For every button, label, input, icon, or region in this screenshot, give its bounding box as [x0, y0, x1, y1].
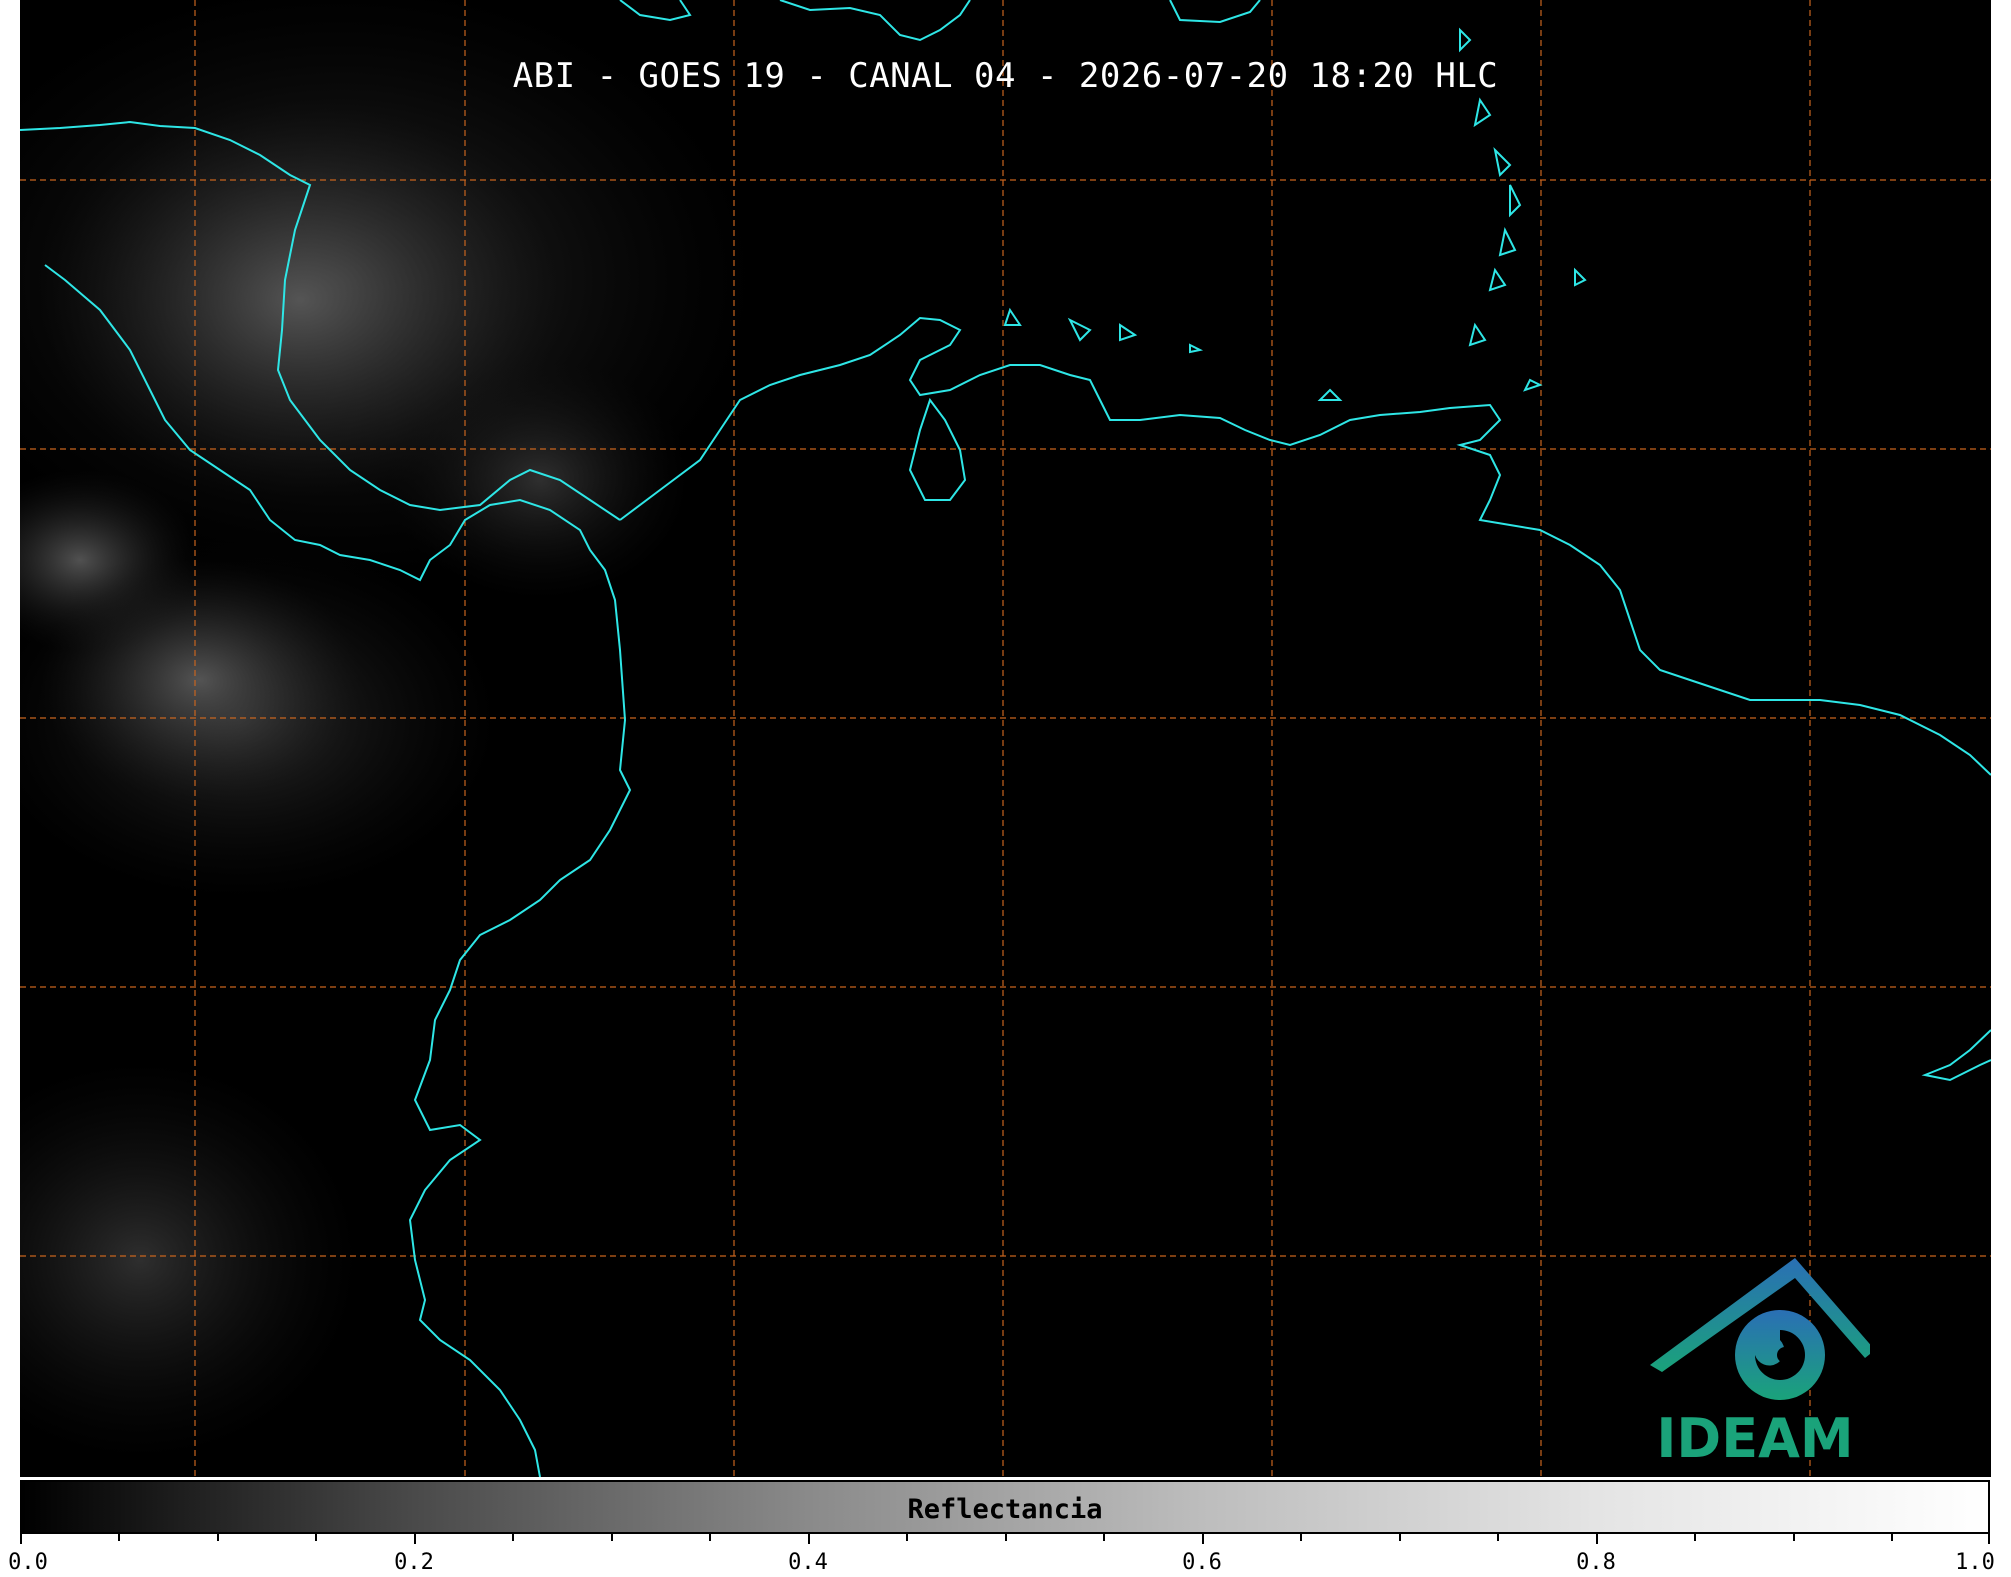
tick-mark: [118, 1534, 120, 1541]
tick-label: 0.8: [1576, 1550, 1616, 1575]
map-title: ABI - GOES 19 - CANAL 04 - 2026-07-20 18…: [512, 56, 1499, 96]
tick-label: 0.6: [1182, 1550, 1222, 1575]
tick-mark: [414, 1534, 416, 1544]
tick-mark: [1399, 1534, 1401, 1541]
tick-mark: [315, 1534, 317, 1541]
ideam-logo-icon: [1650, 1258, 1875, 1400]
tick-mark: [1300, 1534, 1302, 1541]
tick-label: 0.2: [394, 1550, 434, 1575]
tick-mark: [808, 1534, 810, 1544]
tick-mark: [906, 1534, 908, 1541]
tick-mark: [1103, 1534, 1105, 1541]
tick-mark: [1005, 1534, 1007, 1541]
tick-label: 1.0: [1955, 1550, 1995, 1575]
tick-mark: [512, 1534, 514, 1541]
tick-mark: [1694, 1534, 1696, 1541]
tick-mark: [20, 1534, 22, 1544]
colorbar: Reflectancia: [20, 1480, 1990, 1534]
colorbar-label: Reflectancia: [907, 1494, 1103, 1525]
tick-mark: [709, 1534, 711, 1541]
tick-mark: [1793, 1534, 1795, 1541]
tick-mark: [1596, 1534, 1598, 1544]
tick-mark: [1497, 1534, 1499, 1541]
tick-mark: [217, 1534, 219, 1541]
cloud-field: [20, 0, 760, 1460]
tick-label: 0.4: [788, 1550, 828, 1575]
ideam-logo: IDEAM: [1640, 1250, 1875, 1470]
tick-label: 0.0: [8, 1550, 48, 1575]
tick-mark: [1891, 1534, 1893, 1541]
logo-text: IDEAM: [1656, 1407, 1854, 1470]
colorbar-axis: 0.0 0.2 0.4 0.6 0.8 1.0: [8, 1534, 1995, 1577]
tick-mark: [1202, 1534, 1204, 1544]
tick-mark: [1988, 1534, 1990, 1544]
tick-mark: [611, 1534, 613, 1541]
